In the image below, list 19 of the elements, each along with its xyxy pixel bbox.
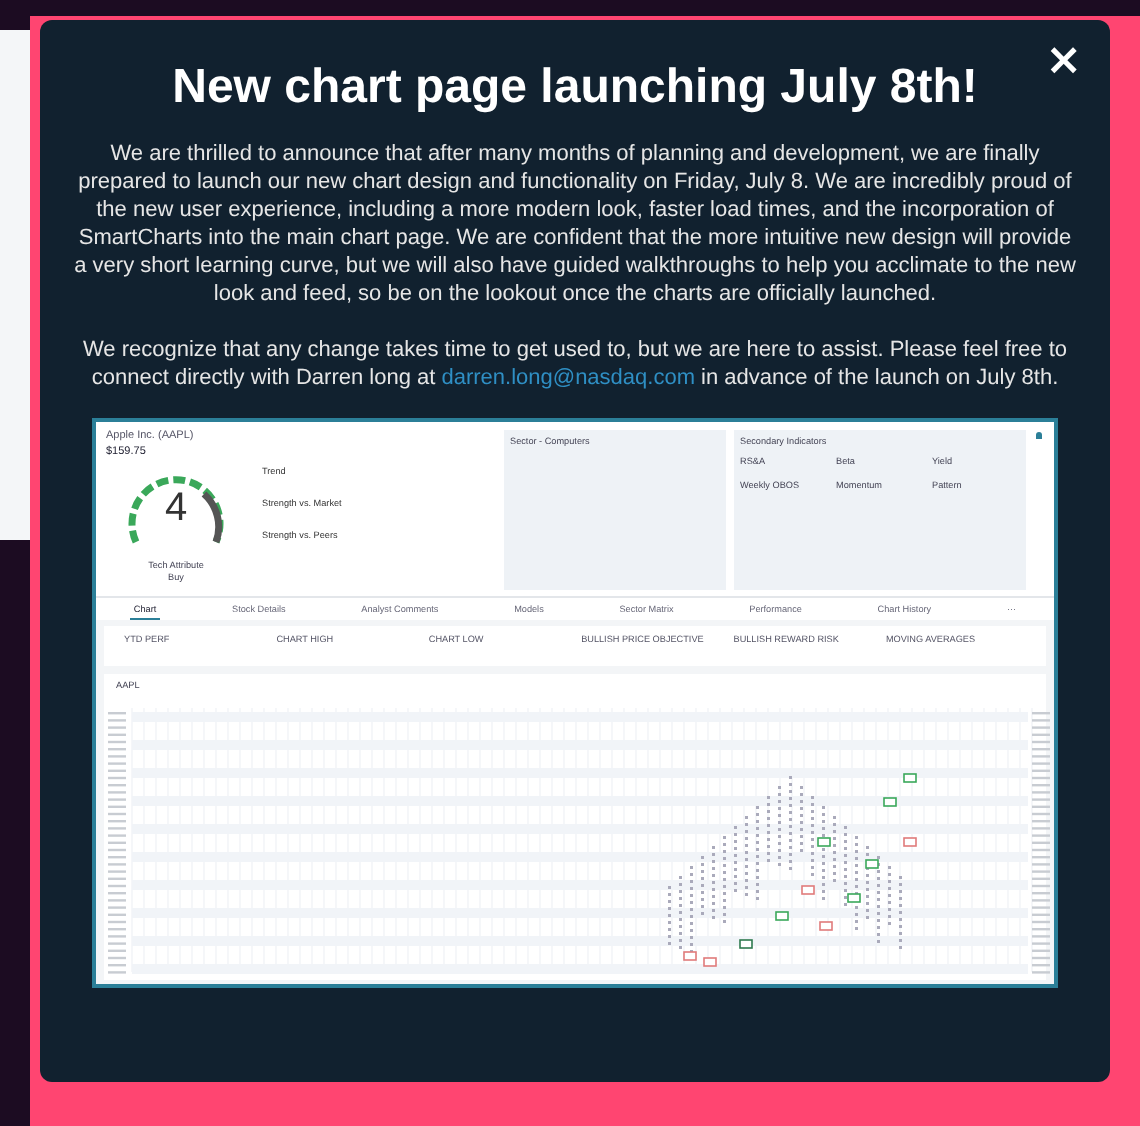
signal-box-marker: [775, 911, 789, 921]
signal-box-marker: [819, 921, 833, 931]
modal-title: New chart page launching July 8th!: [172, 60, 978, 116]
signal-box-marker: [683, 951, 697, 961]
signal-box-marker: [903, 837, 917, 847]
contact-text: We recognize that any change takes time to get used to, but we are here to assist. Please feel free to connect directly with Darren long at darren.long@nasdaq.com in advance of the launch on July 8th.: [80, 336, 1070, 392]
bell-icon: [1034, 430, 1044, 442]
signal-box-marker: [739, 939, 753, 949]
signal-box-marker: [883, 797, 897, 807]
signal-box-marker: [703, 957, 717, 967]
close-button[interactable]: ×: [1041, 36, 1086, 86]
announcement-text: We are thrilled to announce that after many months of planning and development, we are finally prepared to launch our new chart design and functionality on Friday, July 8. We are incredibly proud of the new user experience, including a more modern look, faster load times, and the incorporation of SmartCharts into the main chart page. We are confident that the more intuitive new design will provide a very short learning curve, but we will also have guided walkthroughs to help you acclimate to the new look and feed, so be on the lookout once the charts are officially launched.: [72, 140, 1078, 308]
email-link[interactable]: darren.long@nasdaq.com: [441, 366, 695, 390]
rating-number: 4: [162, 486, 190, 532]
signal-box-marker: [847, 893, 861, 903]
signal-box-marker: [817, 837, 831, 847]
signal-box-marker: [903, 773, 917, 783]
signal-box-marker: [865, 859, 879, 869]
signal-box-marker: [801, 885, 815, 895]
